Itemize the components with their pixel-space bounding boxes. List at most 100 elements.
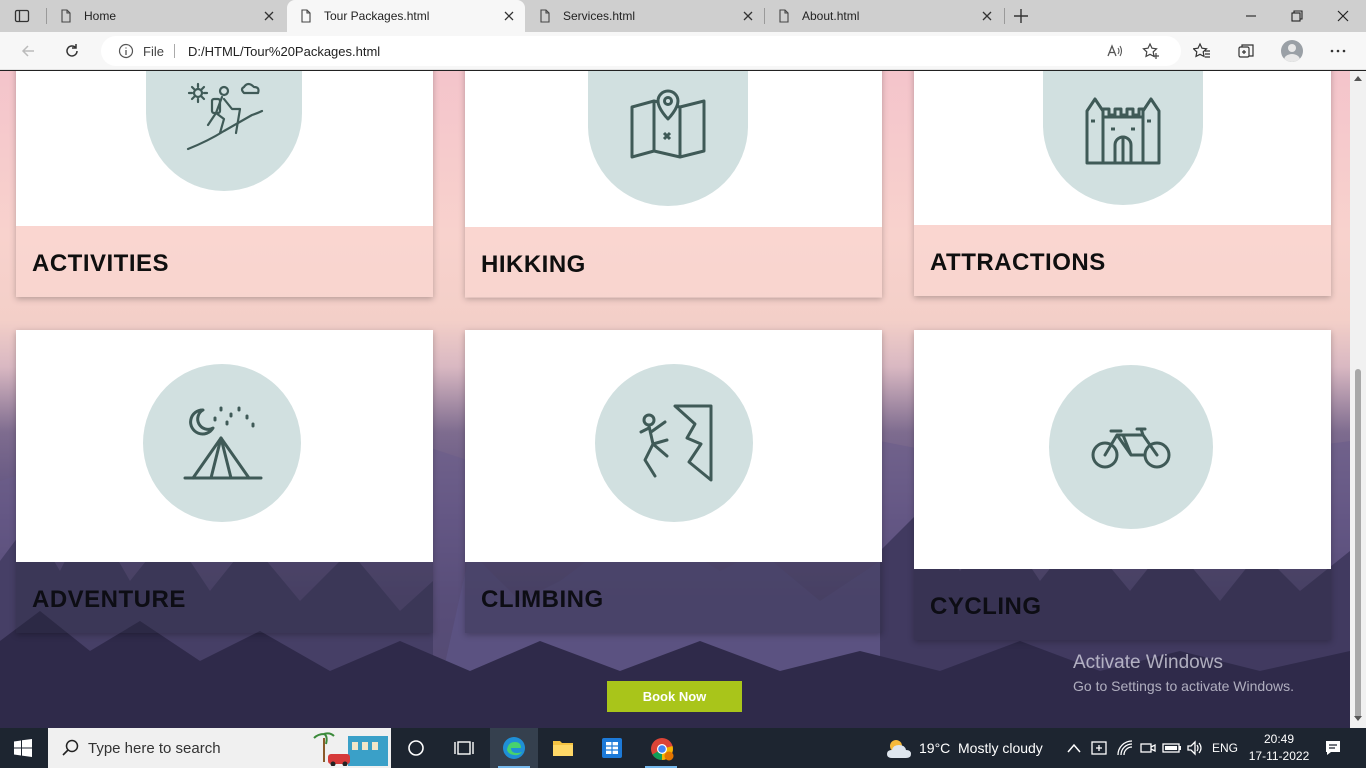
- page-icon: [301, 9, 311, 23]
- book-now-button[interactable]: Book Now: [607, 681, 742, 712]
- taskbar-chrome[interactable]: [637, 728, 685, 768]
- close-icon[interactable]: [503, 10, 515, 22]
- cortana-icon[interactable]: [406, 739, 426, 757]
- tab-title: Home: [84, 9, 117, 23]
- weather-cloud-icon[interactable]: [886, 736, 914, 760]
- icon-circle: [595, 364, 753, 522]
- page-icon: [779, 9, 789, 23]
- scroll-down-icon[interactable]: [1354, 716, 1362, 722]
- page-icon: [61, 9, 71, 23]
- clock[interactable]: 20:49 17-11-2022: [1248, 731, 1310, 765]
- activate-windows-watermark: Activate Windows Go to Settings to activ…: [1073, 652, 1294, 694]
- sheets-icon: [602, 738, 622, 758]
- chrome-icon: [651, 738, 674, 761]
- url-text[interactable]: D:/HTML/Tour%20Packages.html: [188, 44, 380, 59]
- card-footer: ATTRACTIONS: [914, 225, 1331, 296]
- weather-condition[interactable]: Mostly cloudy: [958, 740, 1043, 756]
- card-title: ADVENTURE: [32, 586, 186, 613]
- defender-icon[interactable]: [1090, 739, 1108, 757]
- icon-circle: [1049, 365, 1213, 529]
- watermark-subtitle: Go to Settings to activate Windows.: [1073, 678, 1294, 694]
- card-footer: ADVENTURE: [16, 562, 433, 633]
- close-icon[interactable]: [263, 10, 275, 22]
- card-activities[interactable]: ACTIVITIES: [16, 71, 433, 297]
- tab-home[interactable]: Home: [47, 0, 285, 32]
- search-highlight-icon: [313, 732, 388, 766]
- hiker-icon: [186, 82, 264, 151]
- search-placeholder: Type here to search: [88, 740, 221, 757]
- refresh-icon[interactable]: [63, 42, 81, 60]
- card-title: CYCLING: [930, 593, 1042, 620]
- battery-icon[interactable]: [1162, 739, 1182, 757]
- clock-date: 17-11-2022: [1248, 749, 1310, 763]
- card-climbing[interactable]: CLIMBING: [465, 330, 882, 633]
- scrollbar-thumb[interactable]: [1355, 369, 1361, 719]
- page-viewport: ACTIVITIES HIKKING ATTRACTIONS ADVENTURE…: [0, 71, 1350, 728]
- meet-now-icon[interactable]: [1139, 739, 1157, 757]
- clock-time: 20:49: [1263, 732, 1295, 746]
- collections-icon[interactable]: [1237, 42, 1255, 60]
- address-bar[interactable]: File D:/HTML/Tour%20Packages.html: [101, 36, 1181, 66]
- tab-tour-packages[interactable]: Tour Packages.html: [287, 0, 525, 32]
- taskbar-sheets[interactable]: [588, 728, 636, 768]
- volume-icon[interactable]: [1186, 739, 1204, 757]
- close-icon[interactable]: [981, 10, 993, 22]
- tab-strip: Home Tour Packages.html Services.html Ab…: [0, 0, 1366, 32]
- add-favorite-icon[interactable]: [1142, 42, 1160, 60]
- task-view-icon[interactable]: [454, 739, 474, 757]
- tab-title: About.html: [802, 9, 860, 23]
- profile-avatar[interactable]: [1281, 40, 1303, 62]
- taskbar-search[interactable]: Type here to search: [48, 728, 391, 768]
- taskbar-file-explorer[interactable]: [539, 728, 587, 768]
- card-cycling[interactable]: CYCLING: [914, 330, 1331, 640]
- back-icon[interactable]: [19, 42, 37, 60]
- card-footer: CLIMBING: [465, 562, 882, 633]
- bicycle-icon: [1091, 427, 1171, 469]
- browser-toolbar: File D:/HTML/Tour%20Packages.html: [0, 32, 1366, 70]
- close-icon[interactable]: [742, 10, 754, 22]
- wifi-icon[interactable]: [1116, 739, 1134, 757]
- tent-icon: [183, 406, 263, 480]
- card-footer: HIKKING: [465, 227, 882, 298]
- show-hidden-icons-icon[interactable]: [1067, 742, 1081, 754]
- language-indicator[interactable]: ENG: [1212, 741, 1238, 755]
- scheme-label: File: [143, 44, 164, 59]
- more-menu-icon[interactable]: [1329, 42, 1347, 60]
- read-aloud-icon[interactable]: [1106, 42, 1124, 60]
- new-tab-icon[interactable]: [1013, 8, 1029, 24]
- folder-icon: [553, 741, 573, 756]
- divider: [174, 44, 175, 58]
- minimize-icon[interactable]: [1243, 8, 1259, 24]
- card-adventure[interactable]: ADVENTURE: [16, 330, 433, 633]
- watermark-title: Activate Windows: [1073, 652, 1223, 673]
- tab-separator: [1004, 8, 1005, 24]
- page-icon: [540, 9, 550, 23]
- weather-temp[interactable]: 19°C: [919, 740, 950, 756]
- card-title: ACTIVITIES: [32, 250, 170, 277]
- tab-title: Services.html: [563, 9, 636, 23]
- card-title: CLIMBING: [481, 586, 604, 613]
- favorites-icon[interactable]: [1193, 42, 1211, 60]
- tab-about[interactable]: About.html: [765, 0, 1003, 32]
- info-icon[interactable]: [118, 43, 134, 59]
- castle-icon: [1085, 97, 1161, 165]
- card-hikking[interactable]: HIKKING: [465, 71, 882, 298]
- card-title: ATTRACTIONS: [930, 249, 1106, 276]
- taskbar-edge[interactable]: [490, 728, 538, 768]
- map-pin-icon: [630, 89, 706, 159]
- windows-start-icon[interactable]: [14, 739, 32, 757]
- tab-title: Tour Packages.html: [324, 9, 430, 23]
- tab-actions-icon[interactable]: [14, 8, 30, 24]
- scroll-up-icon[interactable]: [1354, 75, 1362, 81]
- tab-services[interactable]: Services.html: [526, 0, 764, 32]
- vertical-scrollbar[interactable]: [1350, 71, 1366, 728]
- close-window-icon[interactable]: [1335, 8, 1351, 24]
- card-attractions[interactable]: ATTRACTIONS: [914, 71, 1331, 296]
- restore-icon[interactable]: [1289, 8, 1305, 24]
- card-footer: ACTIVITIES: [16, 226, 433, 297]
- card-title: HIKKING: [481, 251, 586, 278]
- card-footer: CYCLING: [914, 569, 1331, 640]
- notifications-icon[interactable]: [1324, 739, 1342, 757]
- search-icon: [62, 739, 79, 756]
- taskbar: Type here to search 19°C Mostly cloudy E…: [0, 728, 1366, 768]
